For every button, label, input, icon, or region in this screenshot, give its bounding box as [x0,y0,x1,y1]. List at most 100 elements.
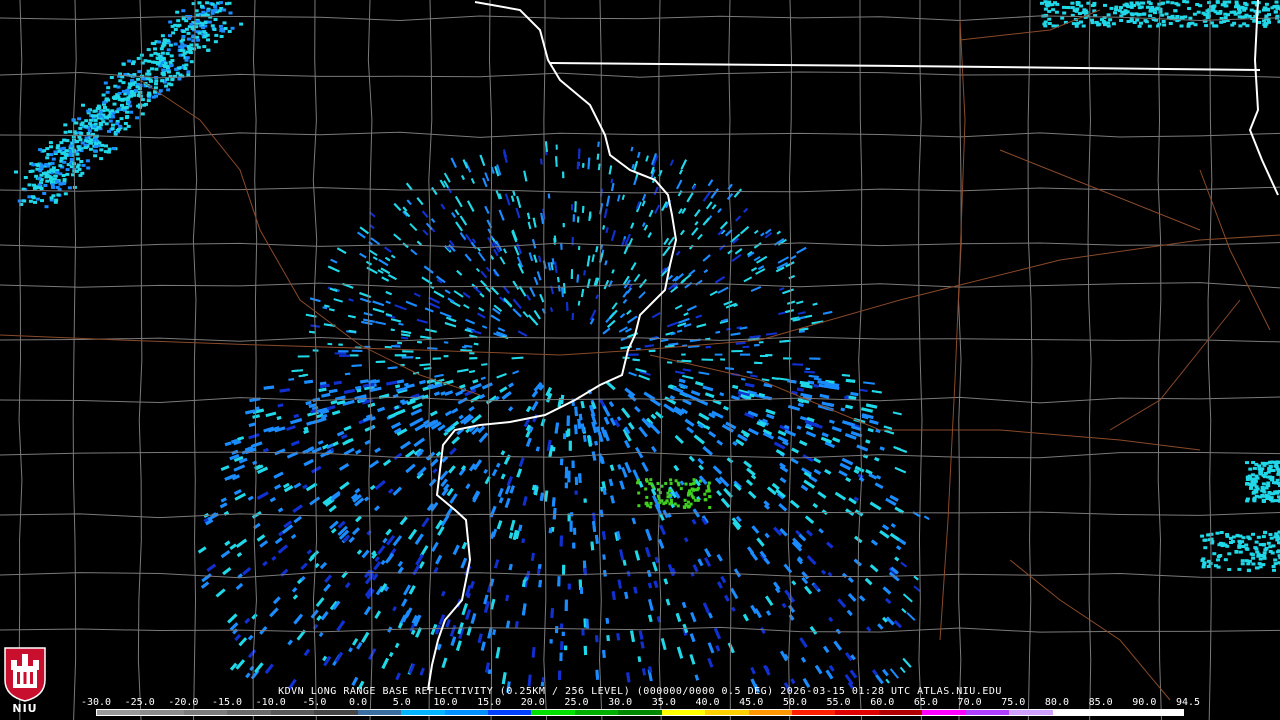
echo-streak [245,409,256,415]
echo-streak [538,563,542,569]
echo-cell [648,505,652,509]
echo-cell [1043,20,1048,24]
echo-streak [592,521,597,532]
echo-cell [1192,12,1197,16]
echo-streak [279,388,290,393]
echo-streak [813,384,819,388]
echo-streak [473,342,479,346]
scale-label: 35.0 [651,697,676,708]
echo-cell [197,31,202,35]
echo-cell [1106,24,1111,28]
echo-cell [140,112,145,116]
echo-cell [1144,20,1149,24]
echo-cell [1267,475,1272,479]
echo-streak [896,545,902,551]
echo-streak [715,330,721,334]
echo-streak [681,359,692,363]
echo-streak [668,342,679,346]
echo-streak [746,370,753,374]
echo-cell [1246,568,1251,572]
echo-cell [119,117,124,121]
echo-cell [1256,535,1261,539]
echo-streak [808,374,819,378]
echo-cell [1155,6,1160,10]
echo-cell [651,485,655,489]
echo-streak [330,400,338,405]
echo-cell [704,498,708,502]
scale-label: 65.0 [913,697,938,708]
echo-streak [723,405,729,411]
echo-cell [1238,550,1243,554]
echo-streak [252,414,260,419]
echo-cell [77,148,82,151]
echo-streak [595,635,599,643]
echo-streak [890,523,896,528]
reflectivity-scale-labels: -30.0 -25.0 -20.0 -15.0 -10.0 -5.0 0.0 5.0 10.0 1… [81,697,1200,708]
echo-cell [1179,15,1184,19]
echo-cell [1148,14,1153,18]
echo-cell [1090,4,1095,7]
echo-cell [127,100,132,104]
echo-streak [278,531,284,537]
echo-streak [719,392,725,397]
echo-streak [367,402,376,408]
echo-streak [601,531,607,540]
colorbar-segment [140,710,184,715]
echo-cell [1250,553,1255,557]
echo-cell [1119,6,1123,9]
echo-cell [110,115,115,119]
echo-cell [1182,0,1187,3]
echo-streak [262,447,269,453]
echo-cell [1234,550,1239,553]
echo-cell [68,144,73,148]
echo-streak [610,495,615,504]
echo-cell [1134,12,1139,16]
echo-cell [227,30,232,33]
echo-cell [22,199,27,203]
echo-streak [608,478,614,487]
echo-cell [80,141,85,145]
echo-streak [804,370,815,374]
echo-cell [127,59,132,63]
echo-cell [89,138,94,142]
echo-streak [555,156,558,167]
echo-cell [168,60,173,64]
echo-cell [1260,494,1265,497]
echo-cell [62,160,67,164]
echo-cell [49,196,54,200]
echo-cell [183,67,188,70]
echo-cell [1074,24,1079,28]
echo-cell [1258,543,1263,547]
echo-cell [1254,474,1259,478]
echo-streak [440,391,446,396]
echo-cell [124,116,129,120]
echo-cell [43,184,48,187]
echo-streak [391,345,401,348]
echo-streak [597,141,600,147]
echo-cell [708,506,712,509]
echo-cell [706,484,710,488]
echo-cell [206,9,211,13]
echo-cell [105,90,110,94]
echo-cell [1070,6,1075,10]
echo-cell [1147,24,1152,28]
echo-cell [1254,540,1259,544]
echo-cell [165,77,170,81]
echo-cell [222,8,227,12]
echo-streak [344,372,351,376]
echo-streak [813,377,822,381]
echo-streak [336,400,346,406]
echo-cell [1240,562,1245,566]
echo-cell [79,131,84,135]
echo-streak [594,440,598,446]
echo-streak [277,403,284,408]
echo-cell [206,48,211,52]
echo-cell [1070,1,1075,5]
echo-streak [765,332,778,336]
scale-label: 15.0 [477,697,502,708]
echo-cell [1245,24,1250,28]
echo-cell [156,52,161,56]
echo-cell [219,35,224,38]
echo-cell [160,51,165,55]
echo-cell [696,486,700,490]
